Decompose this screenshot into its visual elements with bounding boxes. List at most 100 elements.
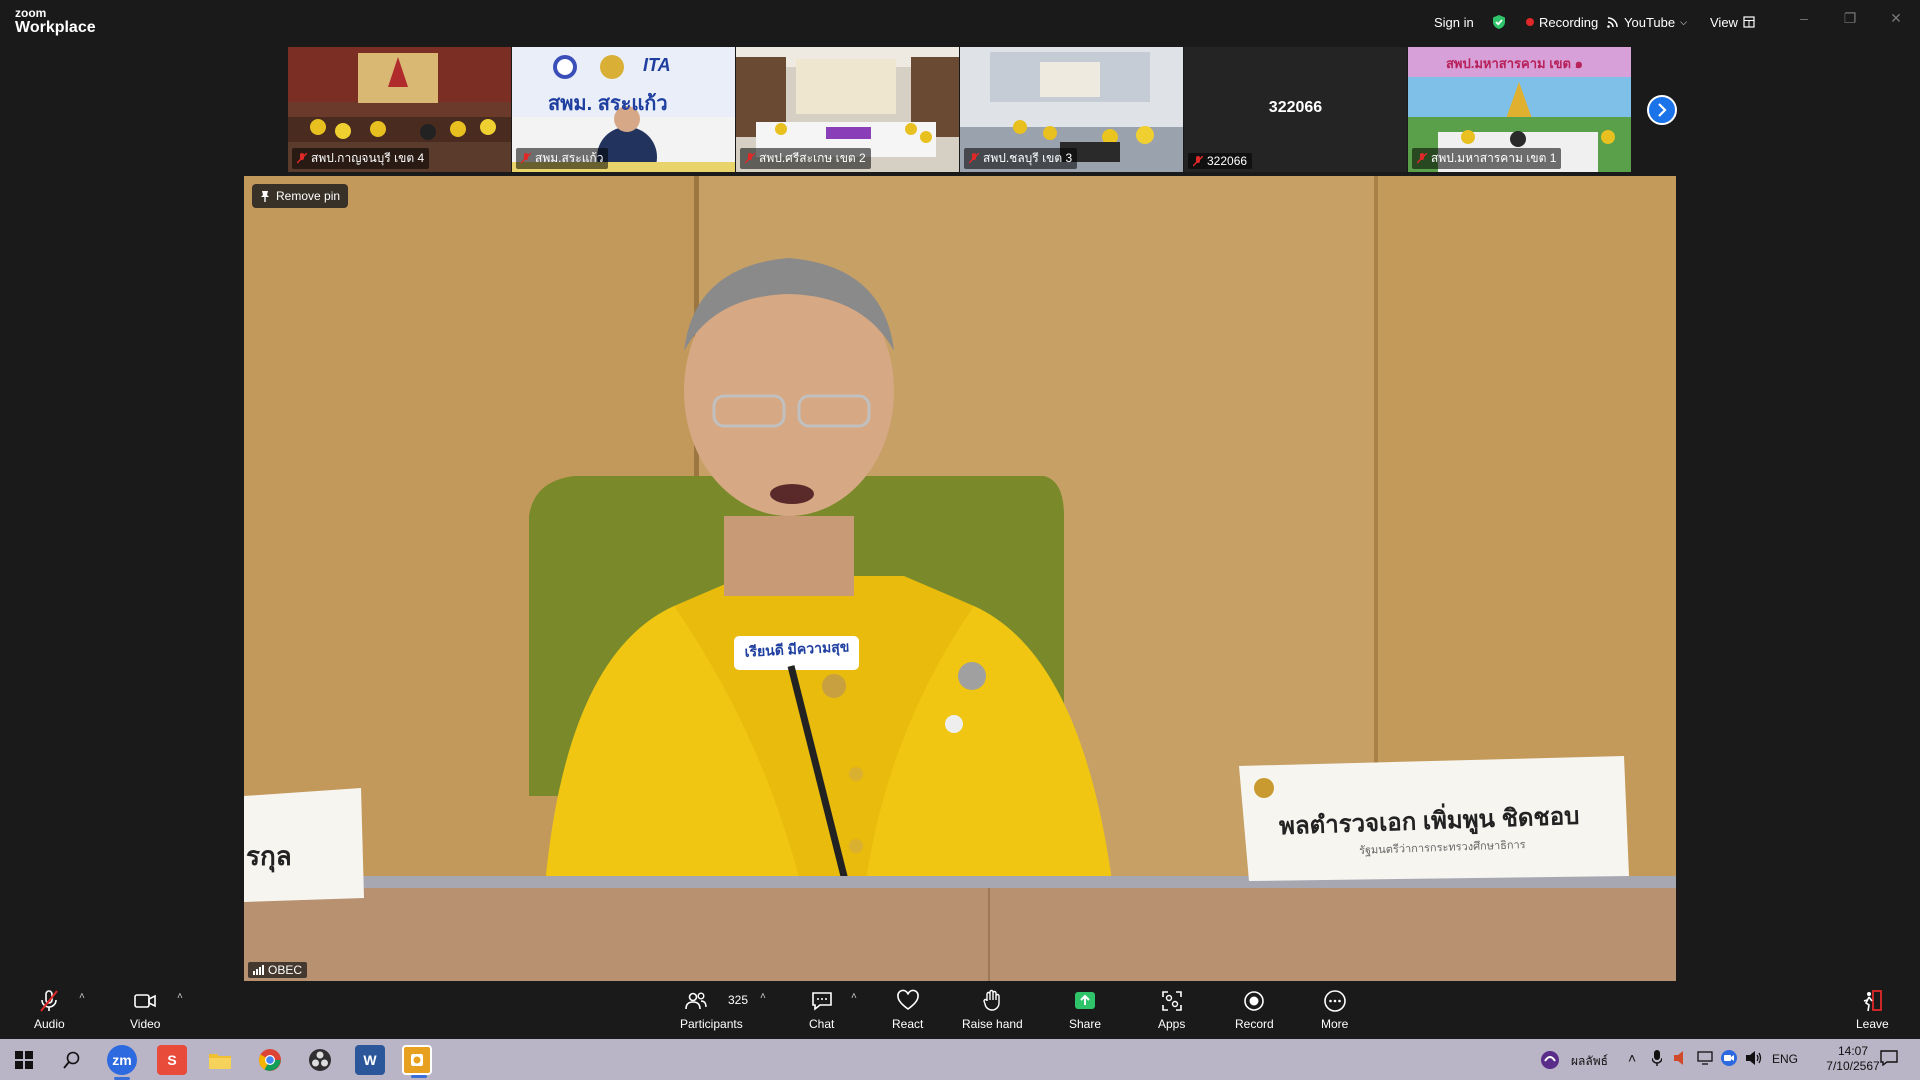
volume-icon[interactable] xyxy=(1745,1050,1763,1069)
banner-text: สพป.มหาสารคาม เขต ๑ xyxy=(1446,56,1583,71)
share-screen-button[interactable]: Share xyxy=(1069,989,1101,1031)
record-icon xyxy=(1244,991,1265,1011)
chevron-right-icon xyxy=(1658,103,1667,117)
next-page-button[interactable] xyxy=(1647,95,1677,125)
windows-start-icon[interactable] xyxy=(9,1045,39,1075)
video-label: Video xyxy=(130,1017,161,1031)
zoom-tray-icon[interactable] xyxy=(1720,1049,1738,1070)
mic-muted-icon xyxy=(297,153,307,164)
participant-thumbnail[interactable]: สพป.ศรีสะเกษ เขต 2 xyxy=(736,47,959,172)
network-icon[interactable] xyxy=(1697,1050,1713,1069)
system-clock[interactable]: 14:07 7/10/2567 xyxy=(1818,1044,1888,1074)
mic-muted-icon xyxy=(521,153,531,164)
react-button[interactable]: React xyxy=(892,989,923,1031)
tray-overflow-chevron-up-icon[interactable]: ˄ xyxy=(1628,1050,1636,1066)
participants-label: Participants xyxy=(680,1017,743,1031)
participant-name: 322066 xyxy=(1207,154,1248,168)
word-app-icon[interactable]: W xyxy=(355,1045,385,1075)
mic-muted-icon xyxy=(40,990,59,1012)
speaker-name: OBEC xyxy=(268,963,303,977)
apps-button[interactable]: Apps xyxy=(1158,989,1185,1031)
participant-thumbnail[interactable]: สพป.กาญจนบุรี เขต 4 xyxy=(288,47,511,172)
leave-label: Leave xyxy=(1856,1017,1889,1031)
youtube-label: YouTube xyxy=(1624,14,1676,30)
participant-name: สพป.ศรีสะเกษ เขต 2 xyxy=(759,151,866,165)
participant-thumbnail[interactable]: สพป.ชลบุรี เขต 3 xyxy=(960,47,1183,172)
audio-button[interactable]: Audio xyxy=(34,989,65,1031)
zoom-workplace-logo: zoom Workplace xyxy=(15,7,96,36)
speaker-video-frame xyxy=(244,176,1676,981)
recorder-app-icon[interactable] xyxy=(402,1045,432,1078)
slides-app-icon[interactable]: S xyxy=(157,1045,187,1075)
encryption-shield-icon[interactable] xyxy=(1491,12,1507,32)
audio-options-caret-icon[interactable]: ˄ xyxy=(79,991,85,1002)
speaker-alert-icon[interactable] xyxy=(1673,1050,1689,1069)
chrome-browser-icon[interactable] xyxy=(255,1045,285,1075)
notifications-icon[interactable] xyxy=(1880,1050,1898,1069)
apps-label: Apps xyxy=(1158,1017,1186,1031)
zoom-window: zoom Workplace Sign in Recording YouTube… xyxy=(0,0,1920,1080)
participant-name-center: 322066 xyxy=(1268,99,1323,116)
file-explorer-icon[interactable] xyxy=(205,1045,235,1075)
sign-in-label: Sign in xyxy=(1434,14,1474,30)
pinned-speaker-video[interactable]: เรียนดี มีความสุข พลตำรวจเอก เพิ่มพูน ชิ… xyxy=(244,176,1676,981)
meeting-controls-toolbar: Audio ˄ Video ˄ Participants 325 ˄ Chat … xyxy=(0,981,1920,1039)
share-screen-icon xyxy=(1075,992,1096,1009)
clock-date: 7/10/2567 xyxy=(1826,1059,1880,1073)
more-label: More xyxy=(1321,1017,1349,1031)
input-language[interactable]: ENG xyxy=(1772,1052,1798,1066)
thumbnail-label: สพป.มหาสารคาม เขต 1 xyxy=(1412,148,1562,169)
minimize-window-button[interactable]: – xyxy=(1792,10,1816,30)
grid-view-icon xyxy=(1743,16,1755,28)
participant-name: สพป.กาญจนบุรี เขต 4 xyxy=(311,151,425,165)
recording-dot-icon xyxy=(1526,18,1534,26)
mic-muted-icon xyxy=(969,153,979,164)
chat-options-caret-icon[interactable]: ˄ xyxy=(851,991,857,1002)
clock-time: 14:07 xyxy=(1837,1044,1869,1058)
participant-thumbnail[interactable]: สพป.มหาสารคาม เขต ๑ สพป.มหาสารคาม เขต 1 xyxy=(1408,47,1631,172)
mic-muted-icon xyxy=(745,153,755,164)
restore-window-button[interactable]: ❐ xyxy=(1838,10,1862,30)
raise-hand-button[interactable]: Raise hand xyxy=(962,989,1023,1031)
record-button[interactable]: Record xyxy=(1235,989,1274,1031)
banner-sign-text: สพม. สระแก้ว xyxy=(548,93,668,115)
view-label: View xyxy=(1710,14,1738,30)
chat-button[interactable]: Chat xyxy=(809,989,834,1031)
recording-indicator[interactable]: Recording xyxy=(1526,12,1598,32)
more-button[interactable]: More xyxy=(1321,989,1348,1031)
remove-pin-label: Remove pin xyxy=(276,189,341,203)
youtube-livestream-menu[interactable]: YouTube ⌵ xyxy=(1606,12,1687,32)
obs-studio-icon[interactable] xyxy=(305,1045,335,1075)
windows-taskbar: zm S W ผลลัพธ์ ˄ ENG 14:07 7/10/2567 xyxy=(0,1039,1920,1080)
raised-hand-icon xyxy=(983,989,1001,1011)
livestream-icon xyxy=(1607,16,1618,28)
video-button[interactable]: Video xyxy=(130,989,160,1031)
close-window-button[interactable]: ✕ xyxy=(1884,10,1908,30)
weather-icon[interactable] xyxy=(1535,1045,1565,1075)
participant-name: สพม.สระแก้ว xyxy=(535,151,604,165)
participant-thumbnail[interactable]: 322066 322066 xyxy=(1184,47,1407,172)
sign-in-link[interactable]: Sign in xyxy=(1434,12,1474,32)
weather-text[interactable]: ผลลัพธ์ xyxy=(1571,1052,1608,1071)
thumbnail-label: สพป.ชลบุรี เขต 3 xyxy=(964,148,1078,169)
microphone-icon[interactable] xyxy=(1651,1050,1663,1069)
raise-hand-label: Raise hand xyxy=(962,1017,1023,1031)
apps-icon xyxy=(1161,991,1182,1011)
remove-pin-button[interactable]: Remove pin xyxy=(252,184,349,208)
chat-bubble-icon xyxy=(811,992,832,1011)
participant-name: สพป.ชลบุรี เขต 3 xyxy=(983,151,1073,165)
zoom-app-icon[interactable]: zm xyxy=(107,1045,137,1080)
video-options-caret-icon[interactable]: ˄ xyxy=(177,991,183,1002)
speaker-name-label: OBEC xyxy=(248,962,308,978)
more-dots-icon xyxy=(1323,990,1346,1012)
recording-label: Recording xyxy=(1539,14,1599,30)
chevron-down-icon: ⌵ xyxy=(1680,16,1687,27)
mic-muted-icon xyxy=(1193,155,1203,167)
participants-icon xyxy=(685,992,708,1010)
participants-options-caret-icon[interactable]: ˄ xyxy=(760,991,766,1002)
participant-thumbnail[interactable]: ITA สพม. สระแก้ว สพม.สระแก้ว xyxy=(512,47,735,172)
heart-icon xyxy=(896,989,919,1010)
search-icon[interactable] xyxy=(57,1045,87,1075)
leave-meeting-button[interactable]: Leave xyxy=(1856,989,1889,1031)
view-menu[interactable]: View xyxy=(1710,12,1755,32)
